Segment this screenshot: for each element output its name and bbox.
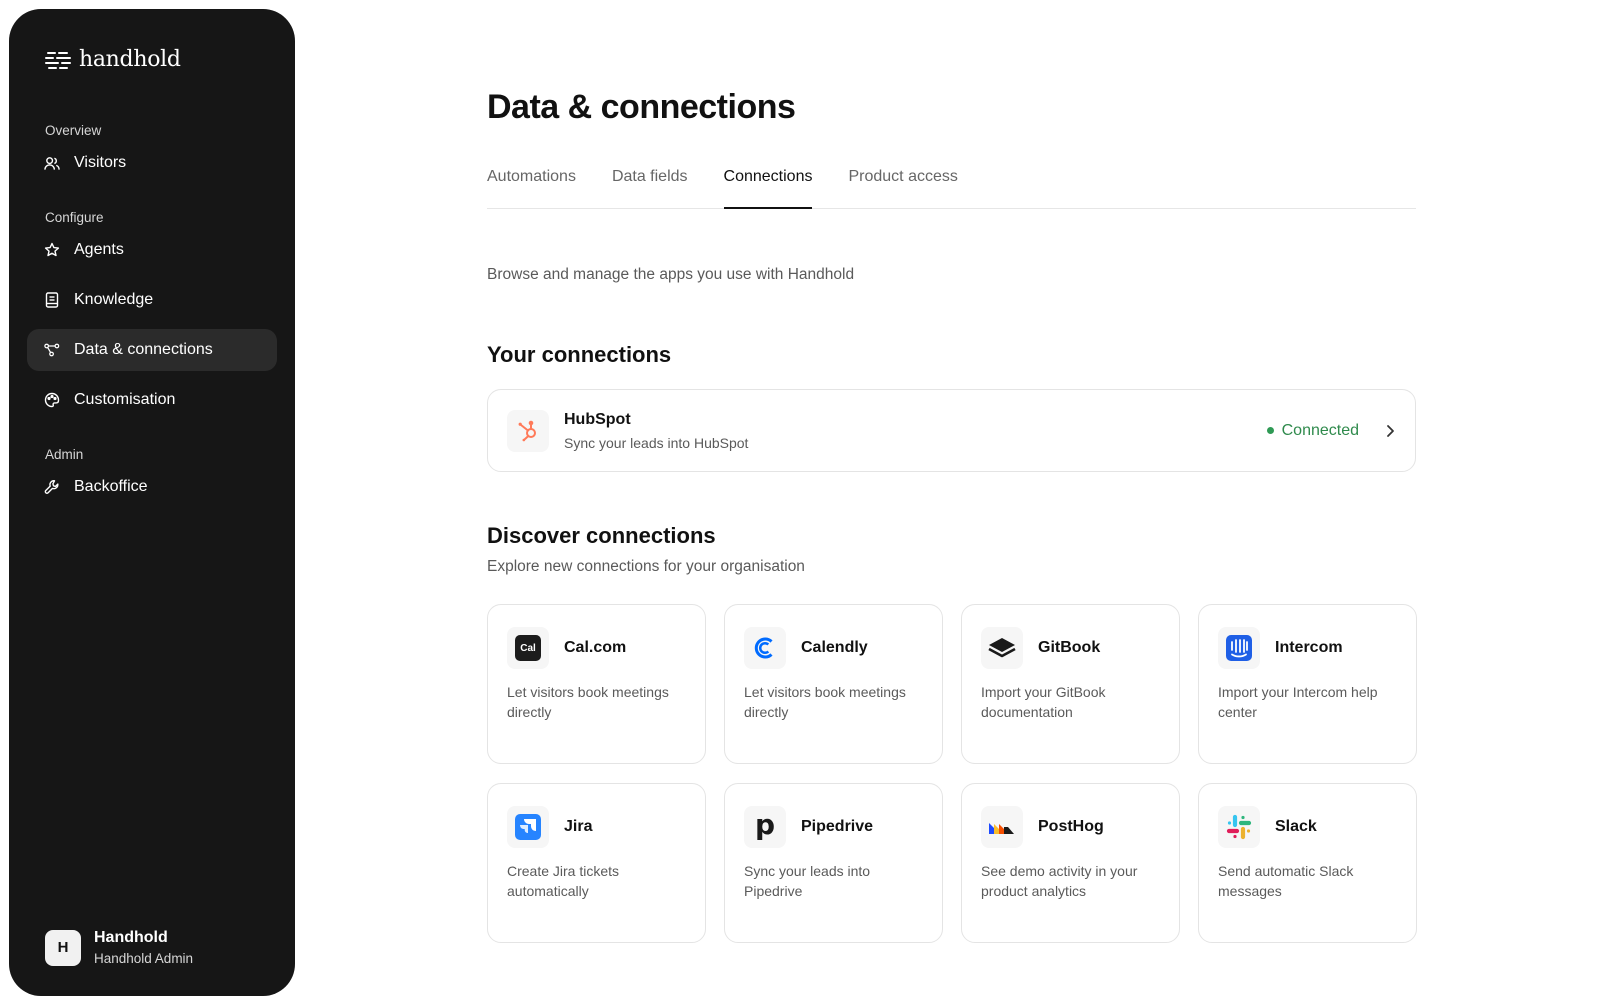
user-profile[interactable]: H Handhold Handhold Admin bbox=[45, 929, 193, 966]
tab-bar: Automations Data fields Connections Prod… bbox=[487, 165, 1416, 209]
posthog-icon bbox=[981, 806, 1023, 848]
avatar: H bbox=[45, 929, 81, 966]
calendly-icon bbox=[744, 627, 786, 669]
calcom-icon: Cal bbox=[507, 627, 549, 669]
section-label-admin: Admin bbox=[45, 447, 84, 462]
card-name: Pipedrive bbox=[801, 818, 874, 835]
brand-name: handhold bbox=[79, 47, 181, 72]
card-name: Cal.com bbox=[564, 639, 627, 656]
page-description: Browse and manage the apps you use with … bbox=[487, 266, 855, 283]
card-description: Send automatic Slack messages bbox=[1218, 863, 1354, 899]
brand-logo[interactable]: handhold bbox=[45, 47, 181, 72]
users-icon bbox=[44, 155, 60, 171]
status-badge: Connected bbox=[1266, 421, 1359, 440]
user-name: Handhold bbox=[94, 929, 168, 946]
card-description: Let visitors book meetings directly bbox=[744, 684, 906, 720]
section-label-configure: Configure bbox=[45, 210, 104, 225]
hubspot-icon bbox=[507, 409, 549, 452]
connection-description: Sync your leads into HubSpot bbox=[564, 434, 749, 451]
discover-card-slack[interactable]: Slack Send automatic Slack messages bbox=[1198, 783, 1417, 943]
sidebar-item-agents[interactable]: Agents bbox=[27, 229, 277, 271]
jira-icon bbox=[507, 806, 549, 848]
card-description: See demo activity in your product analyt… bbox=[981, 863, 1138, 899]
slack-icon bbox=[1218, 806, 1260, 848]
your-connections-heading: Your connections bbox=[487, 342, 672, 367]
sidebar-item-backoffice[interactable]: Backoffice bbox=[27, 466, 277, 508]
card-name: GitBook bbox=[1038, 639, 1101, 656]
card-description: Import your Intercom help center bbox=[1218, 684, 1378, 720]
sidebar-item-knowledge[interactable]: Knowledge bbox=[27, 279, 277, 321]
connection-name: HubSpot bbox=[564, 410, 631, 428]
discover-card-calcom[interactable]: Cal Cal.com Let visitors book meetings d… bbox=[487, 604, 706, 764]
wrench-icon bbox=[44, 479, 60, 495]
discover-card-posthog[interactable]: PostHog See demo activity in your produc… bbox=[961, 783, 1180, 943]
tab-product-access[interactable]: Product access bbox=[848, 165, 957, 209]
sidebar-item-label: Customisation bbox=[74, 391, 176, 408]
card-description: Import your GitBook documentation bbox=[981, 684, 1106, 720]
gitbook-icon bbox=[981, 627, 1023, 669]
discover-card-calendly[interactable]: Calendly Let visitors book meetings dire… bbox=[724, 604, 943, 764]
tab-data-fields[interactable]: Data fields bbox=[612, 165, 688, 209]
sidebar: handhold Overview Visitors Configure Age… bbox=[9, 9, 295, 996]
handhold-logo-icon bbox=[45, 50, 71, 70]
sidebar-item-label: Knowledge bbox=[74, 291, 154, 308]
discover-connections-grid: Cal Cal.com Let visitors book meetings d… bbox=[487, 604, 1417, 943]
section-label-overview: Overview bbox=[45, 123, 102, 138]
palette-icon bbox=[44, 392, 60, 408]
connections-icon bbox=[44, 342, 60, 358]
sidebar-item-customisation[interactable]: Customisation bbox=[27, 379, 277, 421]
sidebar-item-label: Data & connections bbox=[74, 341, 213, 358]
card-description: Create Jira tickets automatically bbox=[507, 863, 620, 899]
sidebar-item-visitors[interactable]: Visitors bbox=[27, 142, 277, 184]
discover-card-intercom[interactable]: Intercom Import your Intercom help cente… bbox=[1198, 604, 1417, 764]
card-name: Calendly bbox=[801, 639, 868, 656]
sidebar-item-label: Backoffice bbox=[74, 478, 148, 495]
discover-connections-heading: Discover connections bbox=[487, 523, 716, 548]
pipedrive-logo-text: p bbox=[754, 808, 776, 841]
sidebar-item-data-connections[interactable]: Data & connections bbox=[27, 329, 277, 371]
card-name: PostHog bbox=[1038, 818, 1104, 835]
card-name: Slack bbox=[1275, 818, 1317, 835]
discover-card-pipedrive[interactable]: p Pipedrive Sync your leads into Pipedri… bbox=[724, 783, 943, 943]
pipedrive-icon: p bbox=[744, 806, 786, 848]
card-description: Sync your leads into Pipedrive bbox=[744, 863, 871, 899]
discover-card-gitbook[interactable]: GitBook Import your GitBook documentatio… bbox=[961, 604, 1180, 764]
book-icon bbox=[44, 292, 60, 308]
discover-connections-subtitle: Explore new connections for your organis… bbox=[487, 558, 805, 575]
intercom-icon bbox=[1218, 627, 1260, 669]
status-dot-icon bbox=[1266, 427, 1274, 434]
card-name: Jira bbox=[564, 818, 593, 835]
page-title: Data & connections bbox=[487, 88, 796, 126]
star-icon bbox=[44, 242, 60, 258]
calcom-logo-text: Cal bbox=[515, 635, 541, 661]
chevron-right-icon[interactable] bbox=[1385, 424, 1395, 438]
status-label: Connected bbox=[1281, 421, 1359, 439]
sidebar-item-label: Visitors bbox=[74, 154, 127, 171]
sidebar-item-label: Agents bbox=[74, 241, 124, 258]
card-name: Intercom bbox=[1275, 639, 1343, 656]
discover-card-jira[interactable]: Jira Create Jira tickets automatically bbox=[487, 783, 706, 943]
tab-connections[interactable]: Connections bbox=[723, 165, 813, 209]
tab-automations[interactable]: Automations bbox=[487, 165, 576, 209]
user-role: Handhold Admin bbox=[94, 951, 194, 966]
connection-card-hubspot[interactable]: HubSpot Sync your leads into HubSpot Con… bbox=[487, 389, 1416, 472]
card-description: Let visitors book meetings directly bbox=[507, 684, 669, 720]
